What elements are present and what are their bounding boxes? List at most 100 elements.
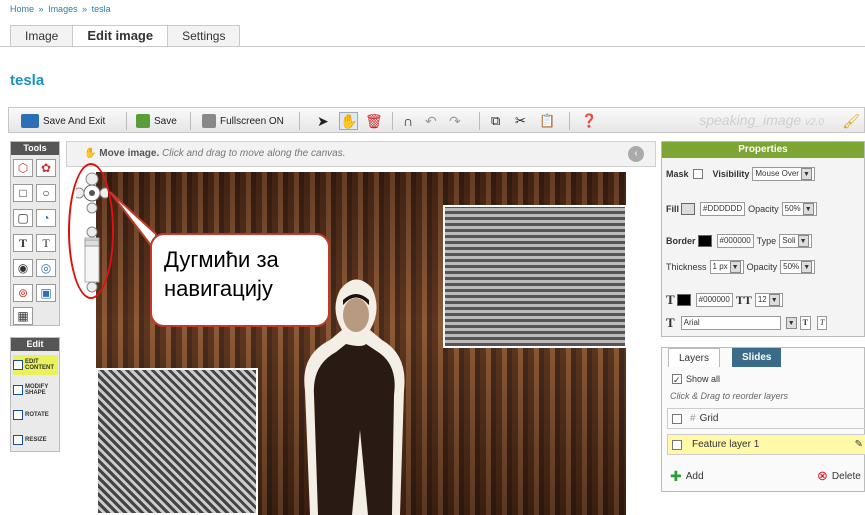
fullscreen-icon [202, 114, 216, 128]
layer-row-feature[interactable]: Feature layer 1 ✎ [667, 434, 865, 455]
chevron-down-icon[interactable]: ▼ [785, 317, 797, 329]
collapse-panel-button[interactable]: ‹ [628, 146, 644, 162]
lab-photo-image [443, 205, 627, 348]
trash-icon[interactable]: 🗑 [365, 112, 383, 130]
circle-icon[interactable]: ○ [36, 184, 56, 202]
magnet-icon[interactable]: ∩ [403, 112, 413, 130]
rotate-button[interactable]: ROTATE [13, 405, 58, 425]
breadcrumb-sep: » [38, 4, 44, 14]
fill-opacity-label: Opacity [748, 204, 779, 214]
modify-shape-label: MODIFY SHAPE [25, 384, 49, 396]
text-tool-icon[interactable]: T [13, 234, 33, 252]
rounded-rect-icon[interactable]: ▢ [13, 209, 33, 227]
pencil-icon[interactable]: ✎ [855, 439, 863, 450]
chevron-down-icon: ▼ [800, 168, 812, 180]
thickness-select[interactable]: 1 px ▼ [709, 260, 744, 274]
fill-color-swatch[interactable] [681, 203, 695, 215]
tab-image[interactable]: Image [10, 25, 74, 47]
modify-shape-button[interactable]: MODIFY SHAPE [13, 380, 58, 400]
scissors-icon[interactable]: ✂ [515, 112, 526, 130]
text-color-row: T #000000 TT 12 ▼ [666, 292, 786, 308]
type-label: Type [756, 236, 777, 246]
speech-bubble-icon[interactable]: ◎ [36, 259, 56, 277]
layer-visibility-checkbox[interactable] [672, 413, 682, 424]
delete-layer-button[interactable]: ⊗ Delete [817, 468, 861, 484]
font-size-select[interactable]: 12 ▼ [754, 293, 783, 307]
copy-icon[interactable]: ⧉ [491, 112, 500, 130]
add-layer-button[interactable]: ✚ Add [670, 468, 704, 485]
bold-button[interactable]: T [799, 316, 812, 330]
border-type-select[interactable]: Soli ▼ [779, 234, 812, 248]
properties-title: Properties [662, 142, 864, 158]
fill-color-input[interactable]: #DDDDDD [700, 202, 746, 216]
border-color-swatch[interactable] [697, 235, 712, 247]
edit-content-icon [13, 360, 23, 370]
breadcrumb-images[interactable]: Images [48, 4, 78, 14]
properties-panel: Properties Mask Visibility Mouse Over ▼ F… [661, 141, 865, 337]
border-row: Border #000000 Type Soli ▼ [666, 234, 815, 248]
fullscreen-button[interactable]: Fullscreen ON [202, 112, 284, 130]
border-opacity-select[interactable]: 50% ▼ [780, 260, 816, 274]
edit-content-button[interactable]: EDIT CONTENT [13, 355, 58, 375]
freeform-shape-icon[interactable]: ⬡ [13, 159, 33, 177]
paste-icon[interactable]: 📋 [539, 112, 555, 130]
pointer-tool-icon[interactable]: ➤ [317, 112, 329, 130]
font-size-icon: TT [735, 292, 752, 307]
toolbar-separator [569, 112, 570, 130]
italic-button[interactable]: T [817, 316, 828, 330]
layer-row-grid[interactable]: # Grid [667, 408, 865, 429]
undo-icon[interactable]: ↶ [425, 112, 437, 130]
mask-checkbox[interactable] [692, 169, 703, 179]
chevron-down-icon: ▼ [801, 261, 813, 273]
callout-line-1: Дугмићи за [164, 247, 279, 272]
text-color-swatch[interactable] [676, 294, 691, 306]
image-icon[interactable]: ▣ [36, 284, 56, 302]
tab-edit-image[interactable]: Edit image [72, 25, 169, 47]
edit-content-label: EDIT CONTENT [25, 359, 54, 371]
thickness-label: Thickness [666, 262, 707, 272]
fill-opacity-select[interactable]: 50% ▼ [781, 202, 817, 216]
canvas-hint: ✋ Move image. Click and drag to move alo… [84, 148, 345, 159]
exit-arrow-icon [21, 114, 39, 128]
toolbar-separator [392, 112, 393, 130]
border-color-input[interactable]: #000000 [716, 234, 754, 248]
breadcrumb-home[interactable]: Home [10, 4, 34, 14]
show-all-checkbox[interactable]: ✓ [672, 374, 682, 385]
visibility-label: Visibility [712, 169, 750, 179]
rounded-shape-icon[interactable]: ◔ [36, 209, 56, 227]
brand-name: speaking_image [699, 112, 802, 128]
toolbar-separator [479, 112, 480, 130]
save-button[interactable]: Save [136, 112, 177, 130]
text-color-input[interactable]: #000000 [695, 293, 733, 307]
fill-row: Fill #DDDDDD Opacity 50% ▼ [666, 202, 820, 216]
hand-icon: ✋ [84, 148, 97, 159]
tab-bar: Image Edit image Settings [10, 25, 241, 47]
mask-label: Mask [666, 169, 689, 179]
redo-icon[interactable]: ↷ [449, 112, 461, 130]
record-icon[interactable]: ⊚ [13, 284, 33, 302]
save-and-exit-button[interactable]: Save And Exit [21, 112, 105, 130]
breadcrumb: Home » Images » tesla [10, 4, 113, 14]
toolbar-separator [126, 112, 127, 130]
chevron-down-icon: ▼ [797, 235, 809, 247]
tab-layers[interactable]: Layers [668, 348, 721, 367]
rectangle-icon[interactable]: □ [13, 184, 33, 202]
font-family-select[interactable]: Arial [680, 316, 781, 330]
thickness-row: Thickness 1 px ▼ Opacity 50% ▼ [666, 260, 818, 274]
resize-label: RESIZE [25, 437, 47, 443]
marker-icon[interactable]: ◉ [13, 259, 33, 277]
help-icon[interactable]: ❓ [581, 112, 597, 130]
floppy-disk-icon [136, 114, 150, 128]
edit-panel-title: Edit [11, 338, 59, 351]
freeform-curve-icon[interactable]: ✿ [36, 159, 56, 177]
chevron-down-icon: ▼ [768, 294, 780, 306]
textbox-icon[interactable]: T [36, 234, 56, 252]
hand-tool-icon[interactable]: ✋ [339, 112, 359, 130]
tab-slides[interactable]: Slides [732, 348, 782, 367]
film-icon[interactable]: ▦ [13, 307, 33, 325]
resize-button[interactable]: RESIZE [13, 430, 58, 450]
tab-settings[interactable]: Settings [167, 25, 241, 47]
text-color-icon: T [666, 292, 675, 307]
visibility-select[interactable]: Mouse Over ▼ [752, 167, 815, 181]
layer-visibility-checkbox[interactable] [672, 439, 682, 450]
